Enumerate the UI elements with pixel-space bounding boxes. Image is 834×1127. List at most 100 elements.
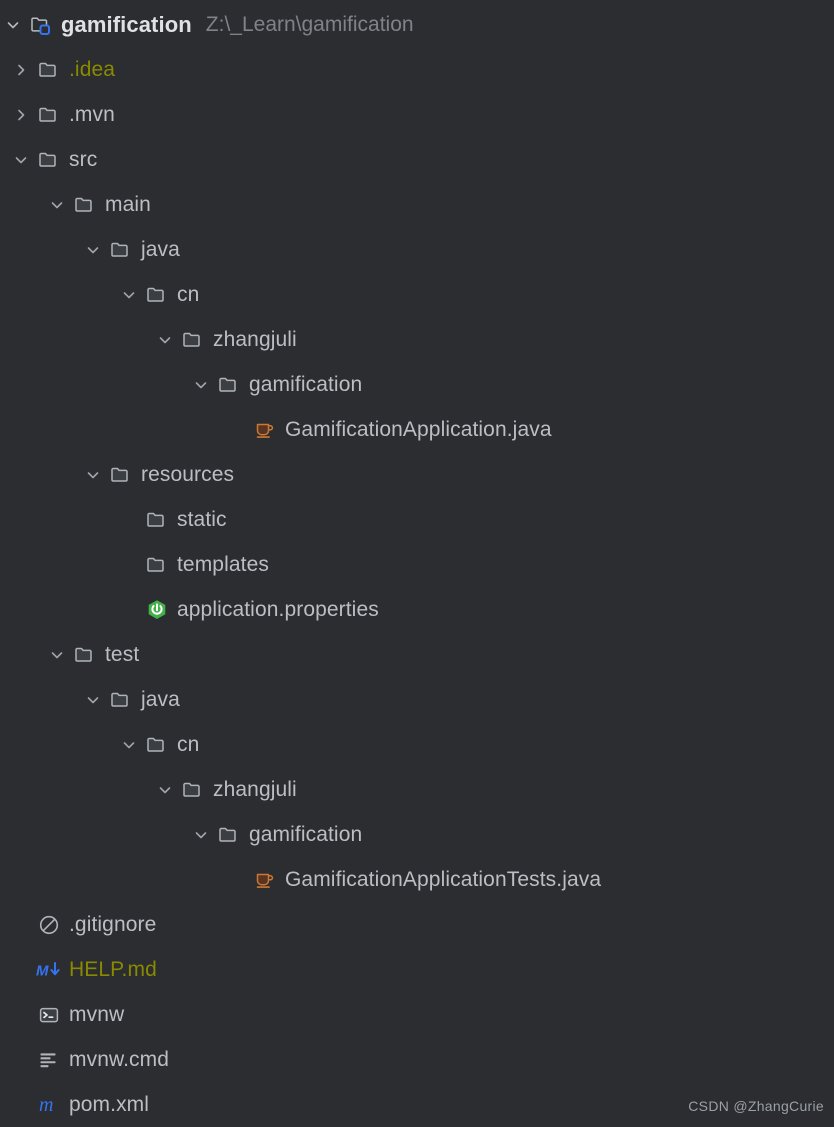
tree-row[interactable]: GamificationApplicationTests.java <box>0 857 834 902</box>
spring-boot-icon <box>142 587 172 632</box>
tree-row[interactable]: mvnw <box>0 992 834 1037</box>
module-folder-icon <box>26 2 56 47</box>
chevron-spacer <box>8 1082 34 1127</box>
tree-node-label: .mvn <box>69 103 115 126</box>
tree-row[interactable]: application.properties <box>0 587 834 632</box>
tree-node-label: mvnw.cmd <box>69 1048 169 1071</box>
tree-node-label: main <box>105 193 151 216</box>
tree-node-label: cn <box>177 283 200 306</box>
folder-icon <box>34 92 64 137</box>
tree-row[interactable]: resources <box>0 452 834 497</box>
tree-row[interactable]: cn <box>0 722 834 767</box>
folder-icon <box>70 632 100 677</box>
tree-node-label: .gitignore <box>69 913 157 936</box>
folder-icon <box>106 452 136 497</box>
folder-icon <box>34 47 64 92</box>
tree-row[interactable]: src <box>0 137 834 182</box>
chevron-down-icon[interactable] <box>80 677 106 722</box>
tree-node-label: test <box>105 643 140 666</box>
markdown-icon: M <box>34 947 64 992</box>
tree-row[interactable]: test <box>0 632 834 677</box>
tree-node-label: HELP.md <box>69 958 157 981</box>
chevron-down-icon[interactable] <box>152 767 178 812</box>
folder-icon <box>178 317 208 362</box>
chevron-down-icon[interactable] <box>188 812 214 857</box>
chevron-down-icon[interactable] <box>188 362 214 407</box>
tree-row[interactable]: templates <box>0 542 834 587</box>
chevron-down-icon[interactable] <box>44 632 70 677</box>
folder-icon <box>178 767 208 812</box>
tree-row[interactable]: zhangjuli <box>0 317 834 362</box>
chevron-spacer <box>8 902 34 947</box>
tree-node-label: resources <box>141 463 235 486</box>
chevron-down-icon[interactable] <box>116 272 142 317</box>
chevron-down-icon[interactable] <box>44 182 70 227</box>
tree-node-label: pom.xml <box>69 1093 150 1116</box>
chevron-spacer <box>8 1037 34 1082</box>
tree-row[interactable]: java <box>0 677 834 722</box>
tree-row[interactable]: .gitignore <box>0 902 834 947</box>
tree-node-label: java <box>141 688 180 711</box>
tree-row[interactable]: GamificationApplication.java <box>0 407 834 452</box>
tree-node-label: static <box>177 508 227 531</box>
tree-node-label: gamification <box>249 823 363 846</box>
tree-node-label: application.properties <box>177 598 379 621</box>
tree-node-label: GamificationApplicationTests.java <box>285 868 602 891</box>
tree-node-label: zhangjuli <box>213 328 297 351</box>
tree-row[interactable]: .mvn <box>0 92 834 137</box>
tree-row[interactable]: main <box>0 182 834 227</box>
chevron-spacer <box>116 542 142 587</box>
java-class-icon <box>250 857 280 902</box>
folder-icon <box>142 722 172 767</box>
svg-text:m: m <box>39 1094 53 1116</box>
folder-icon <box>142 272 172 317</box>
tree-row[interactable]: static <box>0 497 834 542</box>
folder-icon <box>106 677 136 722</box>
folder-icon <box>214 362 244 407</box>
chevron-spacer <box>116 587 142 632</box>
chevron-spacer <box>8 947 34 992</box>
tree-row[interactable]: gamification <box>0 362 834 407</box>
tree-row[interactable]: java <box>0 227 834 272</box>
tree-node-label: templates <box>177 553 269 576</box>
chevron-down-icon[interactable] <box>0 2 26 47</box>
chevron-down-icon[interactable] <box>152 317 178 362</box>
tree-row[interactable]: cn <box>0 272 834 317</box>
tree-node-label: zhangjuli <box>213 778 297 801</box>
project-name-label: gamification <box>61 12 192 37</box>
java-class-icon <box>250 407 280 452</box>
project-tree-panel[interactable]: gamification Z:\_Learn\gamification .ide… <box>0 0 834 1126</box>
tree-node-label: GamificationApplication.java <box>285 418 552 441</box>
maven-icon: m <box>34 1082 64 1127</box>
tree-node-label: mvnw <box>69 1003 125 1026</box>
tree-node-label: java <box>141 238 180 261</box>
tree-row[interactable]: M HELP.md <box>0 947 834 992</box>
tree-row[interactable]: zhangjuli <box>0 767 834 812</box>
folder-icon <box>142 497 172 542</box>
folder-icon <box>106 227 136 272</box>
tree-row[interactable]: mvnw.cmd <box>0 1037 834 1082</box>
tree-row-project-root[interactable]: gamification Z:\_Learn\gamification <box>0 2 834 47</box>
project-path-label: Z:\_Learn\gamification <box>205 13 414 36</box>
folder-icon <box>70 182 100 227</box>
tree-node-label: gamification <box>249 373 363 396</box>
tree-row[interactable]: gamification <box>0 812 834 857</box>
chevron-spacer <box>8 992 34 1037</box>
terminal-icon <box>34 992 64 1037</box>
chevron-down-icon[interactable] <box>80 227 106 272</box>
folder-icon <box>34 137 64 182</box>
chevron-right-icon[interactable] <box>8 47 34 92</box>
watermark-label: CSDN @ZhangCurie <box>688 1098 824 1114</box>
chevron-down-icon[interactable] <box>80 452 106 497</box>
tree-row[interactable]: .idea <box>0 47 834 92</box>
chevron-spacer <box>224 857 250 902</box>
chevron-spacer <box>116 497 142 542</box>
chevron-down-icon[interactable] <box>116 722 142 767</box>
chevron-right-icon[interactable] <box>8 92 34 137</box>
svg-text:M: M <box>36 962 49 979</box>
chevron-down-icon[interactable] <box>8 137 34 182</box>
chevron-spacer <box>224 407 250 452</box>
tree-node-label: src <box>69 148 98 171</box>
folder-icon <box>142 542 172 587</box>
text-file-icon <box>34 1037 64 1082</box>
